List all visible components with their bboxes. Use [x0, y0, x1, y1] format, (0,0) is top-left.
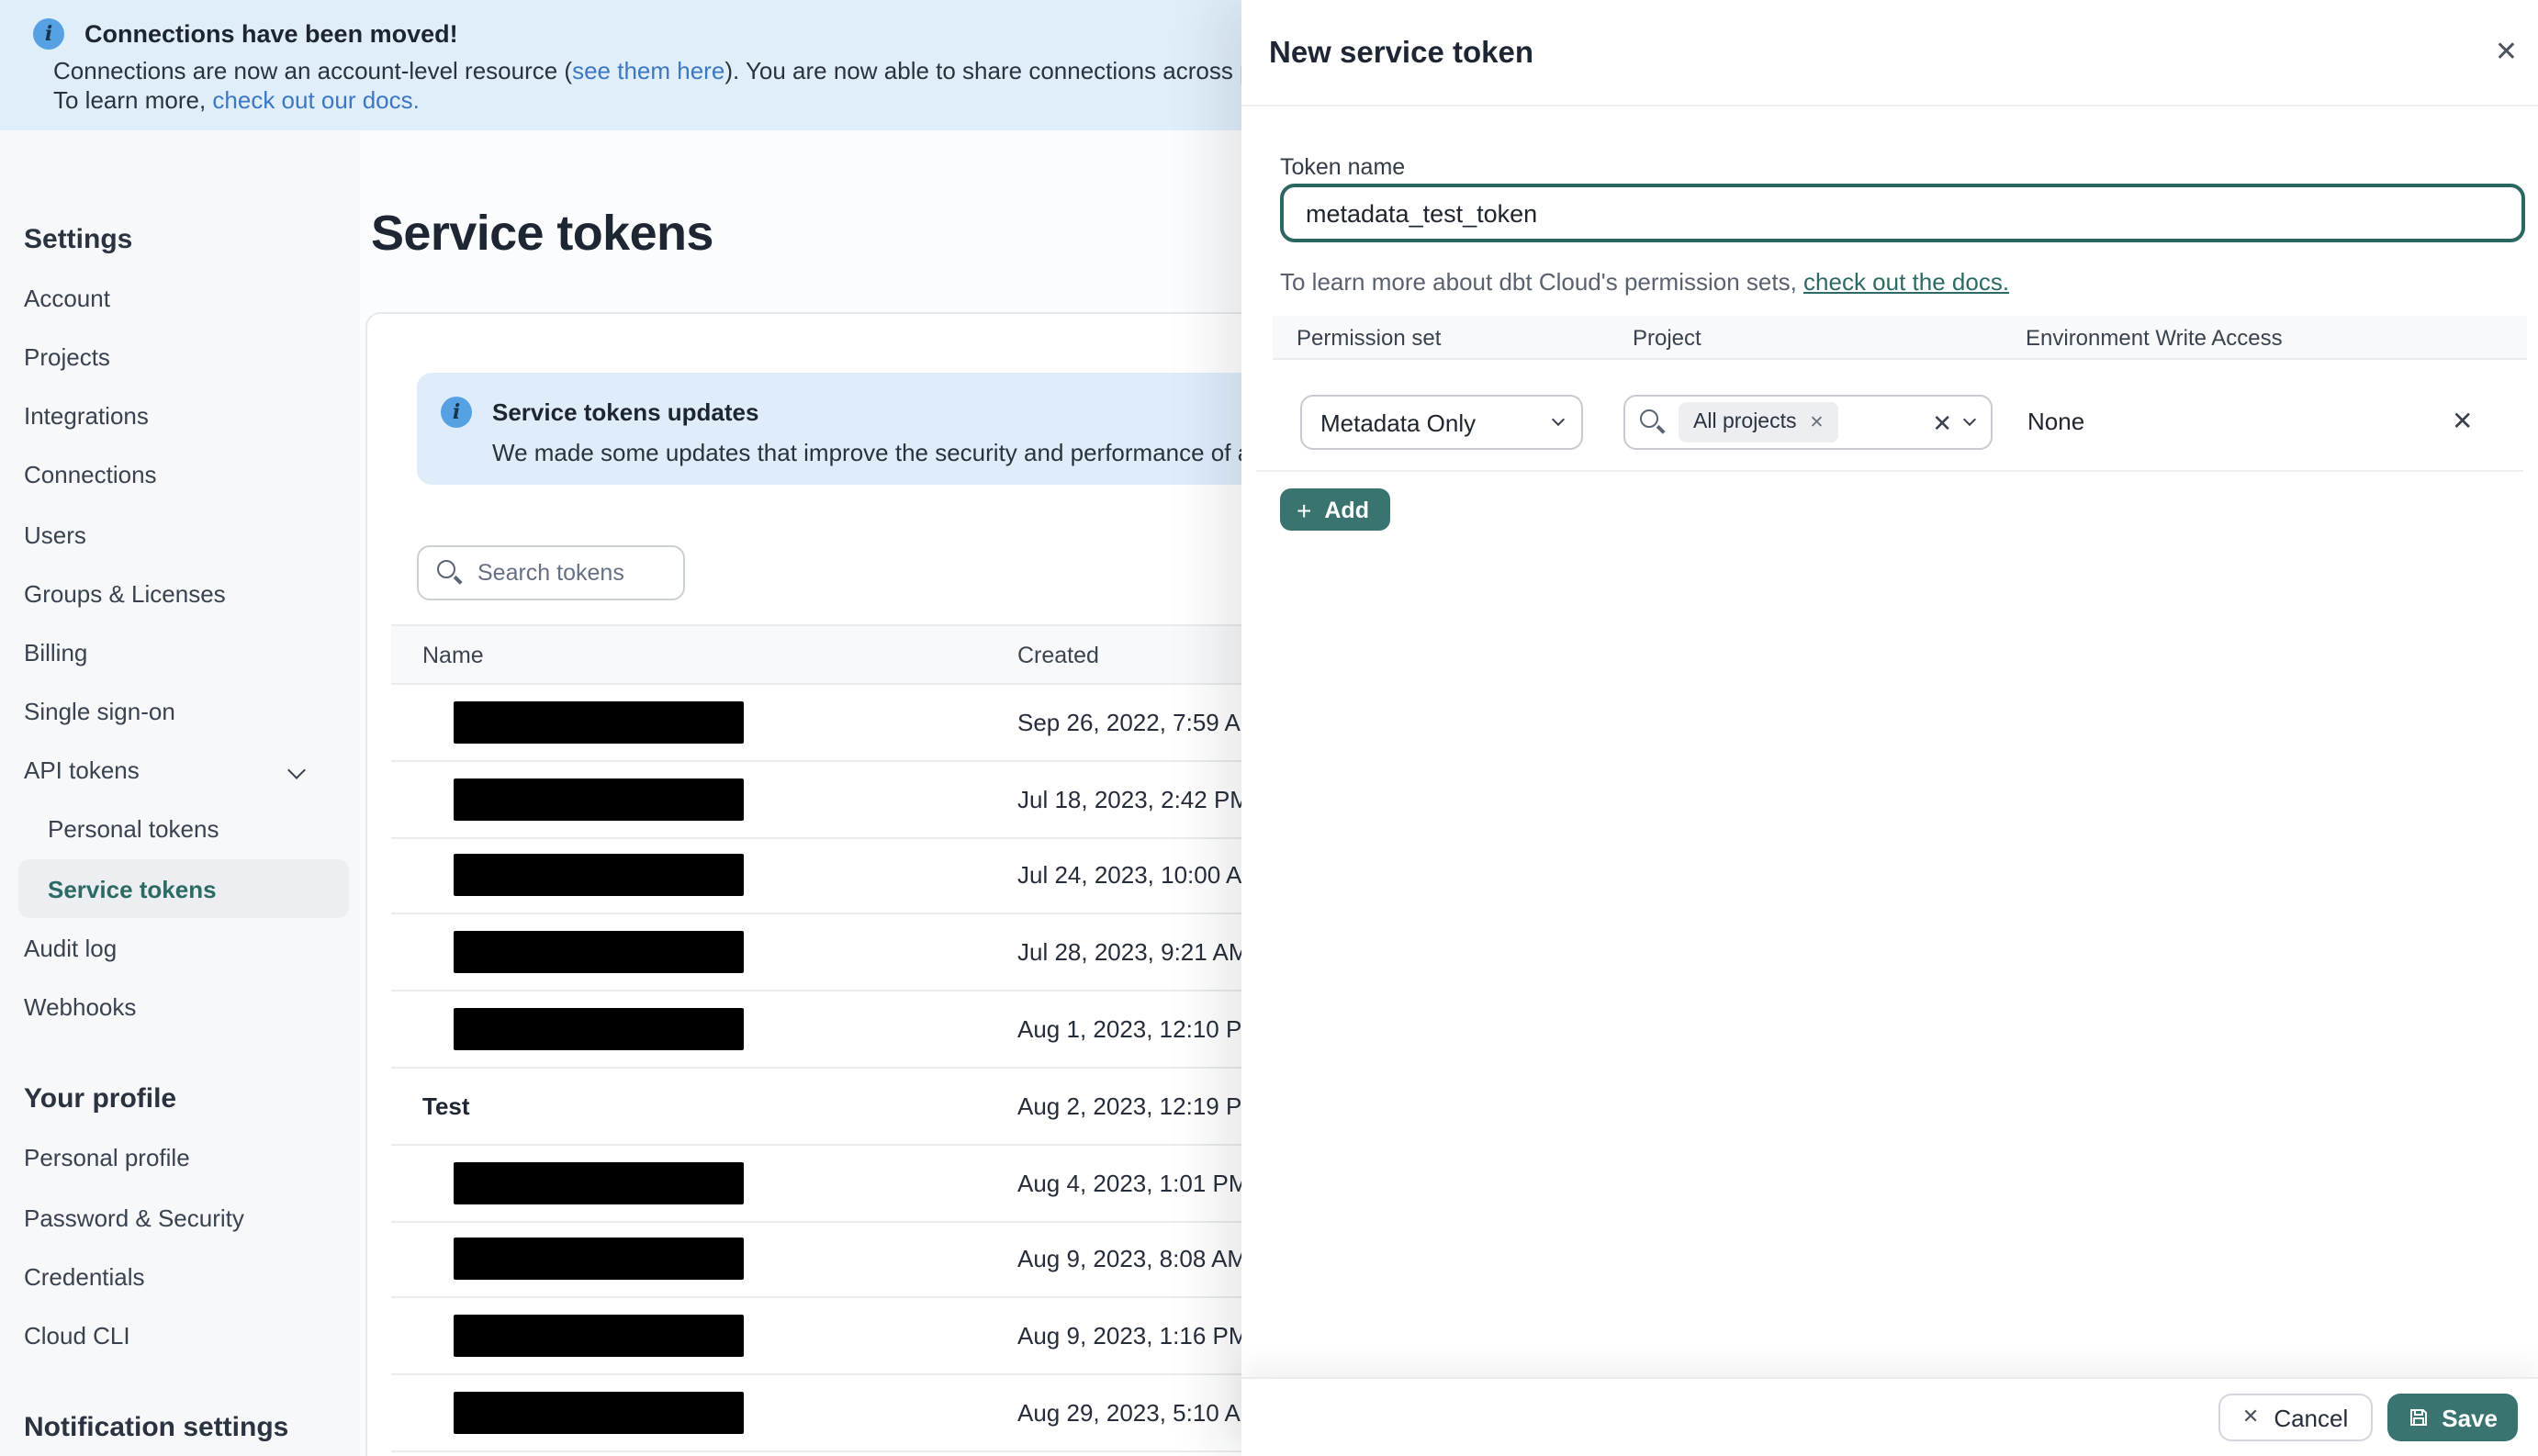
sidebar-item-audit-log[interactable]: Audit log	[0, 919, 360, 978]
clear-icon[interactable]: ✕	[1932, 410, 1952, 434]
plus-icon: +	[1297, 495, 1312, 524]
sidebar-item-api-tokens-label: API tokens	[24, 756, 140, 785]
add-button-label: Add	[1324, 497, 1369, 522]
sidebar-item-personal-profile[interactable]: Personal profile	[0, 1129, 360, 1188]
cancel-button-label: Cancel	[2274, 1404, 2349, 1431]
project-chip: All projects ✕	[1679, 402, 1839, 442]
banner-text-line2: To learn more, check out our docs.	[53, 86, 420, 114]
search-icon	[1640, 409, 1666, 435]
environment-write-access-value: None	[2027, 408, 2085, 435]
sidebar-item-password-security[interactable]: Password & Security	[0, 1188, 360, 1247]
info-icon: i	[441, 397, 472, 428]
chevron-down-icon	[1551, 412, 1566, 427]
save-button[interactable]: Save	[2386, 1394, 2518, 1441]
sidebar-item-groups-licenses[interactable]: Groups & Licenses	[0, 564, 360, 622]
check-out-our-docs-link[interactable]: check out our docs.	[212, 86, 419, 114]
column-header-environment-write-access: Environment Write Access	[2026, 325, 2283, 351]
drawer-footer: ✕ Cancel Save	[1241, 1377, 2538, 1456]
see-them-here-link[interactable]: see them here	[572, 57, 724, 84]
sidebar-item-users[interactable]: Users	[0, 505, 360, 564]
check-out-the-docs-link[interactable]: check out the docs.	[1803, 268, 2009, 296]
save-icon	[2409, 1409, 2427, 1426]
redacted-token-name	[454, 700, 744, 744]
settings-sidebar: Settings Account Projects Integrations C…	[0, 130, 360, 1456]
banner-title: Connections have been moved!	[84, 20, 458, 48]
new-service-token-drawer: New service token ✕ Token name To learn …	[1241, 0, 2538, 1456]
add-permission-button[interactable]: + Add	[1280, 488, 1389, 531]
sidebar-item-single-sign-on[interactable]: Single sign-on	[0, 682, 360, 741]
created-cell: Jul 24, 2023, 10:00 AM	[1017, 861, 1262, 890]
sidebar-item-cloud-cli[interactable]: Cloud CLI	[0, 1306, 360, 1365]
redacted-token-name	[454, 1315, 744, 1358]
sidebar-item-service-tokens[interactable]: Service tokens	[18, 859, 349, 919]
project-chip-label: All projects	[1693, 411, 1797, 433]
sidebar-item-personal-tokens[interactable]: Personal tokens	[0, 801, 360, 859]
token-name-cell: Test	[422, 1092, 470, 1120]
column-header-permission-set: Permission set	[1297, 325, 1442, 351]
dbt-cloud-settings-page: i Connections have been moved! Connectio…	[0, 0, 2538, 1456]
search-input[interactable]	[477, 560, 661, 586]
redacted-token-name	[454, 1392, 744, 1435]
redacted-token-name	[454, 1008, 744, 1051]
sidebar-item-webhooks[interactable]: Webhooks	[0, 978, 360, 1036]
token-name-label: Token name	[1280, 154, 1406, 180]
drawer-title: New service token	[1269, 37, 1533, 70]
redacted-token-name	[454, 1238, 744, 1281]
sidebar-heading-your-profile: Your profile	[24, 1083, 177, 1115]
column-header-created: Created	[1017, 642, 1099, 667]
sidebar-item-integrations[interactable]: Integrations	[0, 386, 360, 445]
sidebar-item-connections[interactable]: Connections	[0, 446, 360, 505]
sidebar-item-account[interactable]: Account	[0, 268, 360, 327]
page-title: Service tokens	[371, 206, 713, 261]
note-prefix: To learn more about dbt Cloud's permissi…	[1280, 268, 1804, 296]
permission-set-value: Metadata Only	[1320, 409, 1477, 436]
column-header-name: Name	[422, 642, 484, 667]
search-tokens-box	[417, 545, 685, 600]
chevron-down-icon	[1962, 412, 1977, 427]
permissions-table-header: Permission set Project Environment Write…	[1273, 316, 2527, 360]
chip-remove-icon[interactable]: ✕	[1810, 412, 1825, 432]
redacted-token-name	[454, 778, 744, 821]
x-icon: ✕	[2241, 1406, 2260, 1428]
banner-line1-prefix: Connections are now an account-level res…	[53, 57, 573, 84]
redacted-token-name	[454, 1161, 744, 1204]
created-cell: Jul 18, 2023, 2:42 PM P	[1017, 785, 1273, 813]
column-header-project: Project	[1633, 325, 1701, 351]
token-name-input[interactable]	[1280, 184, 2525, 242]
redacted-token-name	[454, 931, 744, 974]
remove-row-icon[interactable]: ✕	[2452, 408, 2473, 433]
permission-sets-note: To learn more about dbt Cloud's permissi…	[1280, 268, 2009, 296]
sidebar-heading-notification-settings: Notification settings	[24, 1412, 289, 1444]
drawer-header: New service token ✕	[1241, 0, 2538, 106]
search-icon	[437, 560, 463, 586]
permission-set-select[interactable]: Metadata Only	[1300, 395, 1583, 450]
chevron-down-icon	[287, 760, 306, 779]
save-button-label: Save	[2442, 1404, 2498, 1431]
close-icon[interactable]: ✕	[2495, 39, 2518, 66]
sidebar-item-api-tokens[interactable]: API tokens	[0, 741, 360, 800]
banner-line2-prefix: To learn more,	[53, 86, 213, 114]
sidebar-heading-settings: Settings	[24, 223, 133, 255]
cancel-button[interactable]: ✕ Cancel	[2218, 1394, 2373, 1441]
project-multiselect[interactable]: All projects ✕ ✕	[1623, 395, 1993, 450]
created-cell: Jul 28, 2023, 9:21 AM P	[1017, 938, 1272, 967]
notice-title: Service tokens updates	[492, 398, 759, 426]
row-divider	[1256, 470, 2523, 472]
sidebar-item-projects[interactable]: Projects	[0, 328, 360, 386]
sidebar-item-credentials[interactable]: Credentials	[0, 1247, 360, 1305]
sidebar-item-billing[interactable]: Billing	[0, 623, 360, 682]
info-icon: i	[33, 18, 64, 50]
redacted-token-name	[454, 854, 744, 897]
